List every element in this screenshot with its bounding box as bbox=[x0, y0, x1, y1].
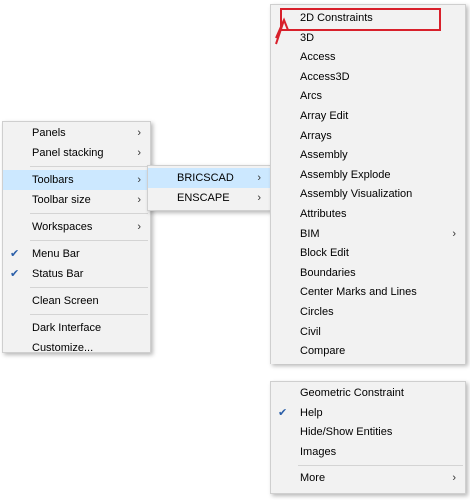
menu-item-label: Status Bar bbox=[32, 268, 84, 280]
menu-item-label: Center Marks and Lines bbox=[300, 286, 417, 299]
toolbar-item-civil[interactable]: Civil bbox=[271, 323, 465, 343]
menu-item-panels[interactable]: Panels › bbox=[3, 123, 150, 143]
chevron-right-icon: › bbox=[137, 174, 141, 186]
toolbar-item-more[interactable]: More › bbox=[271, 469, 465, 489]
menu-item-panel-stacking[interactable]: Panel stacking › bbox=[3, 143, 150, 163]
toolbar-item-geometric-constraint[interactable]: Geometric Constraint bbox=[271, 384, 465, 404]
menu-item-label: Boundaries bbox=[300, 266, 356, 279]
chevron-right-icon: › bbox=[257, 172, 261, 184]
checkmark-icon: ✔ bbox=[278, 406, 288, 419]
toolbar-item-images[interactable]: Images bbox=[271, 443, 465, 463]
menu-separator bbox=[30, 287, 148, 288]
chevron-right-icon: › bbox=[137, 194, 141, 206]
toolbar-item-circles[interactable]: Circles bbox=[271, 303, 465, 323]
menu-item-bricscad[interactable]: BRICSCAD › bbox=[148, 168, 270, 188]
menu-separator bbox=[30, 314, 148, 315]
menu-item-label: BIM bbox=[300, 227, 320, 240]
menu-item-label: Menu Bar bbox=[32, 248, 80, 260]
menu-item-toolbars[interactable]: Toolbars › bbox=[3, 170, 150, 190]
toolbar-item-attributes[interactable]: Attributes bbox=[271, 205, 465, 225]
chevron-right-icon: › bbox=[452, 472, 456, 485]
menu-item-workspaces[interactable]: Workspaces › bbox=[3, 217, 150, 237]
menu-item-label: Attributes bbox=[300, 207, 347, 220]
toolbar-item-arcs[interactable]: Arcs bbox=[271, 87, 465, 107]
menu-item-label: Clean Screen bbox=[32, 295, 99, 307]
chevron-right-icon: › bbox=[137, 127, 141, 139]
checkmark-icon: ✔ bbox=[10, 268, 20, 280]
menu-item-label: Assembly bbox=[300, 149, 348, 162]
toolbar-item-arrays[interactable]: Arrays bbox=[271, 127, 465, 147]
toolbar-item-access[interactable]: Access bbox=[271, 48, 465, 68]
menu-separator bbox=[30, 213, 148, 214]
menu-item-label: Compare bbox=[300, 345, 346, 358]
pointer-arrow-icon bbox=[275, 17, 289, 45]
menu-item-label: 3D bbox=[300, 31, 315, 44]
menu-item-label: Toolbars bbox=[32, 174, 74, 186]
toolbar-item-help[interactable]: ✔ Help bbox=[271, 404, 465, 424]
menu-item-clean-screen[interactable]: Clean Screen bbox=[3, 291, 150, 311]
main-context-menu: Panels › Panel stacking › Toolbars › Too… bbox=[2, 121, 151, 354]
toolbar-item-3d[interactable]: 3D bbox=[271, 29, 465, 49]
menu-item-enscape[interactable]: ENSCAPE › bbox=[148, 188, 270, 208]
menu-item-label: Assembly Visualization bbox=[300, 188, 413, 201]
chevron-right-icon: › bbox=[137, 221, 141, 233]
menu-item-label: Dark Interface bbox=[32, 322, 102, 334]
toolbar-item-access3d[interactable]: Access3D bbox=[271, 68, 465, 88]
menu-item-customize[interactable]: Customize... bbox=[3, 338, 150, 358]
toolbar-item-assembly-explode[interactable]: Assembly Explode bbox=[271, 166, 465, 186]
menu-item-label: Access3D bbox=[300, 70, 350, 83]
menu-item-dark-interface[interactable]: Dark Interface bbox=[3, 318, 150, 338]
menu-item-label: Arcs bbox=[300, 90, 322, 103]
chevron-right-icon: › bbox=[137, 147, 141, 159]
menu-item-label: Customize... bbox=[32, 342, 94, 354]
menu-item-label: Block Edit bbox=[300, 247, 349, 260]
menu-item-label: Circles bbox=[300, 305, 334, 318]
menu-item-label: Toolbar size bbox=[32, 194, 91, 206]
toolbar-item-hide-show-entities[interactable]: Hide/Show Entities bbox=[271, 423, 465, 443]
toolbar-item-compare[interactable]: Compare bbox=[271, 342, 465, 362]
menu-item-toolbar-size[interactable]: Toolbar size › bbox=[3, 190, 150, 210]
chevron-right-icon: › bbox=[257, 192, 261, 204]
menu-item-status-bar[interactable]: ✔ Status Bar bbox=[3, 264, 150, 284]
menu-item-label: Access bbox=[300, 51, 336, 64]
menu-separator bbox=[298, 465, 463, 467]
menu-item-label: Workspaces bbox=[32, 221, 93, 233]
menu-separator bbox=[30, 166, 148, 167]
menu-item-label: Civil bbox=[300, 325, 321, 338]
menu-item-label: Geometric Constraint bbox=[300, 387, 404, 399]
bricscad-toolbars-menu-lower: Geometric Constraint ✔ Help Hide/Show En… bbox=[270, 381, 466, 494]
menu-item-label: ENSCAPE bbox=[177, 192, 230, 204]
toolbar-item-array-edit[interactable]: Array Edit bbox=[271, 107, 465, 127]
toolbar-item-assembly-visualization[interactable]: Assembly Visualization bbox=[271, 185, 465, 205]
chevron-right-icon: › bbox=[452, 227, 456, 240]
menu-item-label: Panel stacking bbox=[32, 147, 104, 159]
menu-item-label: BRICSCAD bbox=[177, 172, 234, 184]
menu-item-label: Images bbox=[300, 445, 337, 458]
menu-item-label: Panels bbox=[32, 127, 66, 139]
menu-item-label: Help bbox=[300, 406, 323, 419]
menu-item-menu-bar[interactable]: ✔ Menu Bar bbox=[3, 244, 150, 264]
menu-item-label: Array Edit bbox=[300, 109, 349, 122]
toolbar-item-block-edit[interactable]: Block Edit bbox=[271, 244, 465, 264]
menu-item-label: Hide/Show Entities bbox=[300, 426, 393, 439]
menu-item-label: More bbox=[300, 472, 326, 485]
checkmark-icon: ✔ bbox=[10, 248, 20, 260]
toolbars-submenu: BRICSCAD › ENSCAPE › bbox=[147, 165, 271, 211]
toolbar-item-bim[interactable]: BIM › bbox=[271, 225, 465, 245]
highlight-annotation-box bbox=[280, 8, 441, 31]
menu-item-label: Assembly Explode bbox=[300, 168, 391, 181]
toolbar-item-assembly[interactable]: Assembly bbox=[271, 146, 465, 166]
bricscad-toolbars-menu: 2D Constraints 3D Access Access3D Arcs A… bbox=[270, 4, 466, 364]
toolbar-item-center-marks-and-lines[interactable]: Center Marks and Lines bbox=[271, 283, 465, 303]
toolbar-item-boundaries[interactable]: Boundaries bbox=[271, 264, 465, 284]
menu-separator bbox=[30, 240, 148, 241]
menu-item-label: Arrays bbox=[300, 129, 332, 142]
